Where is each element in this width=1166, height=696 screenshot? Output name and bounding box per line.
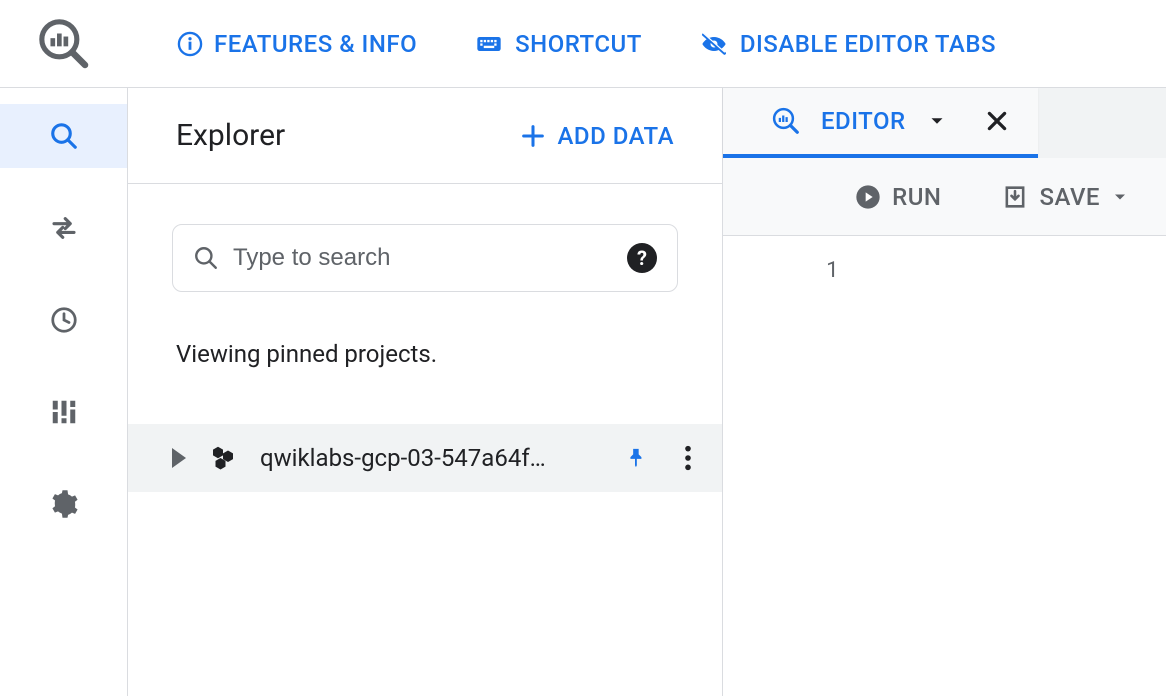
keyboard-icon xyxy=(473,30,505,58)
save-label: SAVE xyxy=(1039,183,1100,211)
nav-rail xyxy=(0,88,128,696)
line-number-gutter: 1 xyxy=(723,236,863,696)
pin-icon[interactable] xyxy=(624,444,646,472)
nav-settings[interactable] xyxy=(0,472,127,536)
nav-reservations[interactable] xyxy=(0,380,127,444)
add-data-button[interactable]: ADD DATA xyxy=(519,122,674,150)
editor-toolbar: RUN SAVE xyxy=(723,158,1166,236)
close-icon[interactable] xyxy=(984,108,1010,134)
transfer-icon xyxy=(49,213,79,243)
add-data-label: ADD DATA xyxy=(557,122,674,150)
bigquery-tab-icon xyxy=(771,106,801,136)
explorer-panel: Explorer ADD DATA ? Viewing pinned proje… xyxy=(128,88,723,696)
chevron-down-icon xyxy=(1110,187,1130,207)
info-icon xyxy=(176,30,204,58)
plus-icon xyxy=(519,122,547,150)
more-icon[interactable] xyxy=(684,444,692,472)
product-logo xyxy=(0,16,128,72)
run-button[interactable]: RUN xyxy=(854,183,941,211)
project-icon xyxy=(208,443,238,473)
shortcut-label: SHORTCUT xyxy=(515,30,642,58)
chevron-down-icon[interactable] xyxy=(926,110,948,132)
capacity-icon xyxy=(47,397,81,427)
explorer-header: Explorer ADD DATA xyxy=(128,88,722,184)
code-editor[interactable]: 1 xyxy=(723,236,1166,696)
expand-icon[interactable] xyxy=(172,448,186,468)
top-header: FEATURES & INFO SHORTCUT DISABLE EDITOR … xyxy=(0,0,1166,88)
editor-tab[interactable]: EDITOR xyxy=(723,88,1038,158)
header-actions: FEATURES & INFO SHORTCUT DISABLE EDITOR … xyxy=(128,30,996,58)
project-name: qwiklabs-gcp-03-547a64f… xyxy=(260,444,602,472)
explorer-title: Explorer xyxy=(176,118,285,153)
nav-sql-workspace[interactable] xyxy=(0,104,127,168)
project-row[interactable]: qwiklabs-gcp-03-547a64f… xyxy=(128,424,722,492)
nav-scheduled-queries[interactable] xyxy=(0,288,127,352)
line-number: 1 xyxy=(723,254,839,283)
editor-panel: EDITOR RUN SAVE 1 xyxy=(723,88,1166,696)
visibility-off-icon xyxy=(698,30,730,58)
pinned-projects-message: Viewing pinned projects. xyxy=(176,340,678,368)
bigquery-logo-icon xyxy=(36,16,92,72)
help-icon[interactable]: ? xyxy=(627,243,657,273)
editor-tabs: EDITOR xyxy=(723,88,1166,158)
disable-editor-tabs-button[interactable]: DISABLE EDITOR TABS xyxy=(698,30,996,58)
features-info-label: FEATURES & INFO xyxy=(214,30,417,58)
disable-tabs-label: DISABLE EDITOR TABS xyxy=(740,30,996,58)
run-label: RUN xyxy=(892,183,941,211)
search-input[interactable] xyxy=(233,244,613,272)
shortcut-button[interactable]: SHORTCUT xyxy=(473,30,642,58)
search-icon xyxy=(49,121,79,151)
save-button[interactable]: SAVE xyxy=(1001,183,1130,211)
explorer-search[interactable]: ? xyxy=(172,224,678,292)
nav-data-transfers[interactable] xyxy=(0,196,127,260)
search-icon xyxy=(193,245,219,271)
features-info-button[interactable]: FEATURES & INFO xyxy=(176,30,417,58)
gear-icon xyxy=(49,489,79,519)
play-icon xyxy=(854,183,882,211)
editor-tab-label: EDITOR xyxy=(821,107,906,135)
save-icon xyxy=(1001,183,1029,211)
clock-icon xyxy=(49,305,79,335)
